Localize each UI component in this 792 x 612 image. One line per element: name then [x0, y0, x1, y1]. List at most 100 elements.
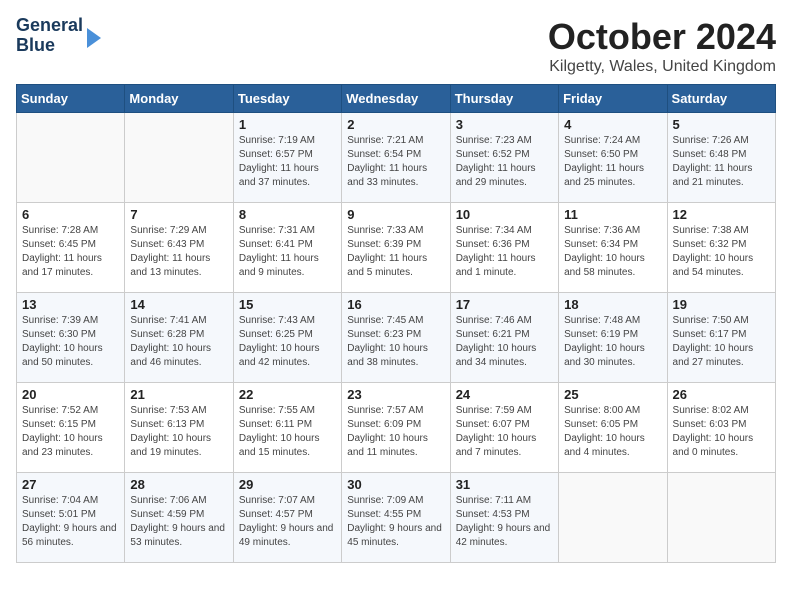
calendar-cell: 16Sunrise: 7:45 AM Sunset: 6:23 PM Dayli… — [342, 293, 450, 383]
day-number: 22 — [239, 387, 336, 402]
day-info: Sunrise: 7:52 AM Sunset: 6:15 PM Dayligh… — [22, 404, 119, 460]
calendar-week-row: 20 Sunrise: 7:52 AM Sunset: 6:15 PM Dayli… — [17, 383, 776, 473]
day-info: Sunrise: 8:00 AM Sunset: 6:05 PM Dayligh… — [564, 404, 661, 460]
day-info: Sunrise: 8:02 AM Sunset: 6:03 PM Dayligh… — [673, 404, 770, 460]
day-number: 10 — [456, 207, 553, 222]
day-info: Sunrise: 7:38 AM Sunset: 6:32 PM Dayligh… — [673, 224, 770, 280]
calendar-cell — [559, 473, 667, 563]
day-info: Sunrise: 7:43 AM Sunset: 6:25 PM Dayligh… — [239, 314, 336, 370]
logo-arrow-icon — [87, 28, 101, 48]
day-number: 11 — [564, 207, 661, 222]
calendar-cell: 29Sunrise: 7:07 AM Sunset: 4:57 PM Dayli… — [233, 473, 341, 563]
day-info: Sunrise: 7:19 AM Sunset: 6:57 PM Dayligh… — [239, 134, 336, 190]
calendar-cell: 19Sunrise: 7:50 AM Sunset: 6:17 PM Dayli… — [667, 293, 775, 383]
day-info: Sunrise: 7:41 AM Sunset: 6:28 PM Dayligh… — [130, 314, 227, 370]
day-number: 26 — [673, 387, 770, 402]
calendar-cell: 2Sunrise: 7:21 AM Sunset: 6:54 PM Daylig… — [342, 113, 450, 203]
day-number: 13 — [22, 297, 119, 312]
calendar-cell: 23 Sunrise: 7:57 AM Sunset: 6:09 PM Dayli… — [342, 383, 450, 473]
calendar-cell — [17, 113, 125, 203]
calendar-cell: 15 Sunrise: 7:43 AM Sunset: 6:25 PM Dayli… — [233, 293, 341, 383]
day-info: Sunrise: 7:04 AM Sunset: 5:01 PM Dayligh… — [22, 494, 119, 550]
day-info: Sunrise: 7:06 AM Sunset: 4:59 PM Dayligh… — [130, 494, 227, 550]
day-info: Sunrise: 7:11 AM Sunset: 4:53 PM Dayligh… — [456, 494, 553, 550]
day-number: 27 — [22, 477, 119, 492]
calendar-cell: 8Sunrise: 7:31 AM Sunset: 6:41 PM Daylig… — [233, 203, 341, 293]
day-number: 20 — [22, 387, 119, 402]
day-number: 15 — [239, 297, 336, 312]
calendar-cell: 11 Sunrise: 7:36 AM Sunset: 6:34 PM Dayli… — [559, 203, 667, 293]
day-of-week-header: Friday — [559, 85, 667, 113]
calendar-cell: 17 Sunrise: 7:46 AM Sunset: 6:21 PM Dayli… — [450, 293, 558, 383]
day-number: 25 — [564, 387, 661, 402]
calendar-cell: 9 Sunrise: 7:33 AM Sunset: 6:39 PM Daylig… — [342, 203, 450, 293]
calendar-body: 1 Sunrise: 7:19 AM Sunset: 6:57 PM Daylig… — [17, 113, 776, 563]
day-info: Sunrise: 7:09 AM Sunset: 4:55 PM Dayligh… — [347, 494, 444, 550]
title-block: October 2024 Kilgetty, Wales, United Kin… — [548, 16, 776, 76]
day-info: Sunrise: 7:39 AM Sunset: 6:30 PM Dayligh… — [22, 314, 119, 370]
day-info: Sunrise: 7:46 AM Sunset: 6:21 PM Dayligh… — [456, 314, 553, 370]
calendar-week-row: 13 Sunrise: 7:39 AM Sunset: 6:30 PM Dayli… — [17, 293, 776, 383]
calendar-cell: 22 Sunrise: 7:55 AM Sunset: 6:11 PM Dayli… — [233, 383, 341, 473]
day-info: Sunrise: 7:33 AM Sunset: 6:39 PM Dayligh… — [347, 224, 444, 280]
day-number: 28 — [130, 477, 227, 492]
header: General Blue October 2024 Kilgetty, Wale… — [16, 16, 776, 76]
calendar-cell: 14 Sunrise: 7:41 AM Sunset: 6:28 PM Dayli… — [125, 293, 233, 383]
calendar-cell: 24 Sunrise: 7:59 AM Sunset: 6:07 PM Dayli… — [450, 383, 558, 473]
calendar-table: SundayMondayTuesdayWednesdayThursdayFrid… — [16, 84, 776, 563]
calendar-cell: 12 Sunrise: 7:38 AM Sunset: 6:32 PM Dayli… — [667, 203, 775, 293]
calendar-cell — [125, 113, 233, 203]
day-number: 24 — [456, 387, 553, 402]
calendar-cell — [667, 473, 775, 563]
day-info: Sunrise: 7:36 AM Sunset: 6:34 PM Dayligh… — [564, 224, 661, 280]
day-info: Sunrise: 7:34 AM Sunset: 6:36 PM Dayligh… — [456, 224, 553, 280]
calendar-cell: 26 Sunrise: 8:02 AM Sunset: 6:03 PM Dayli… — [667, 383, 775, 473]
day-number: 29 — [239, 477, 336, 492]
day-of-week-header: Monday — [125, 85, 233, 113]
day-number: 17 — [456, 297, 553, 312]
day-info: Sunrise: 7:55 AM Sunset: 6:11 PM Dayligh… — [239, 404, 336, 460]
calendar-cell: 4 Sunrise: 7:24 AM Sunset: 6:50 PM Daylig… — [559, 113, 667, 203]
calendar-cell: 30Sunrise: 7:09 AM Sunset: 4:55 PM Dayli… — [342, 473, 450, 563]
day-number: 12 — [673, 207, 770, 222]
calendar-cell: 13 Sunrise: 7:39 AM Sunset: 6:30 PM Dayli… — [17, 293, 125, 383]
location: Kilgetty, Wales, United Kingdom — [548, 58, 776, 76]
day-number: 3 — [456, 117, 553, 132]
calendar-cell: 1 Sunrise: 7:19 AM Sunset: 6:57 PM Daylig… — [233, 113, 341, 203]
day-info: Sunrise: 7:45 AM Sunset: 6:23 PM Dayligh… — [347, 314, 444, 370]
logo: General Blue — [16, 16, 101, 56]
calendar-cell: 25 Sunrise: 8:00 AM Sunset: 6:05 PM Dayli… — [559, 383, 667, 473]
calendar-cell: 20 Sunrise: 7:52 AM Sunset: 6:15 PM Dayli… — [17, 383, 125, 473]
day-number: 14 — [130, 297, 227, 312]
day-number: 7 — [130, 207, 227, 222]
logo-text: General Blue — [16, 16, 83, 56]
day-number: 31 — [456, 477, 553, 492]
day-info: Sunrise: 7:26 AM Sunset: 6:48 PM Dayligh… — [673, 134, 770, 190]
day-number: 1 — [239, 117, 336, 132]
day-of-week-header: Sunday — [17, 85, 125, 113]
calendar-cell: 7Sunrise: 7:29 AM Sunset: 6:43 PM Daylig… — [125, 203, 233, 293]
calendar-cell: 28 Sunrise: 7:06 AM Sunset: 4:59 PM Dayli… — [125, 473, 233, 563]
day-info: Sunrise: 7:48 AM Sunset: 6:19 PM Dayligh… — [564, 314, 661, 370]
day-number: 18 — [564, 297, 661, 312]
day-info: Sunrise: 7:24 AM Sunset: 6:50 PM Dayligh… — [564, 134, 661, 190]
calendar-cell: 27 Sunrise: 7:04 AM Sunset: 5:01 PM Dayli… — [17, 473, 125, 563]
day-number: 2 — [347, 117, 444, 132]
calendar-cell: 18 Sunrise: 7:48 AM Sunset: 6:19 PM Dayli… — [559, 293, 667, 383]
day-number: 19 — [673, 297, 770, 312]
calendar-cell: 5 Sunrise: 7:26 AM Sunset: 6:48 PM Daylig… — [667, 113, 775, 203]
calendar-cell: 3 Sunrise: 7:23 AM Sunset: 6:52 PM Daylig… — [450, 113, 558, 203]
day-number: 5 — [673, 117, 770, 132]
day-info: Sunrise: 7:23 AM Sunset: 6:52 PM Dayligh… — [456, 134, 553, 190]
day-number: 4 — [564, 117, 661, 132]
day-of-week-header: Wednesday — [342, 85, 450, 113]
day-number: 9 — [347, 207, 444, 222]
day-info: Sunrise: 7:59 AM Sunset: 6:07 PM Dayligh… — [456, 404, 553, 460]
calendar-week-row: 6Sunrise: 7:28 AM Sunset: 6:45 PM Daylig… — [17, 203, 776, 293]
day-info: Sunrise: 7:57 AM Sunset: 6:09 PM Dayligh… — [347, 404, 444, 460]
day-of-week-header: Thursday — [450, 85, 558, 113]
day-number: 21 — [130, 387, 227, 402]
day-info: Sunrise: 7:31 AM Sunset: 6:41 PM Dayligh… — [239, 224, 336, 280]
day-of-week-header: Tuesday — [233, 85, 341, 113]
day-number: 23 — [347, 387, 444, 402]
